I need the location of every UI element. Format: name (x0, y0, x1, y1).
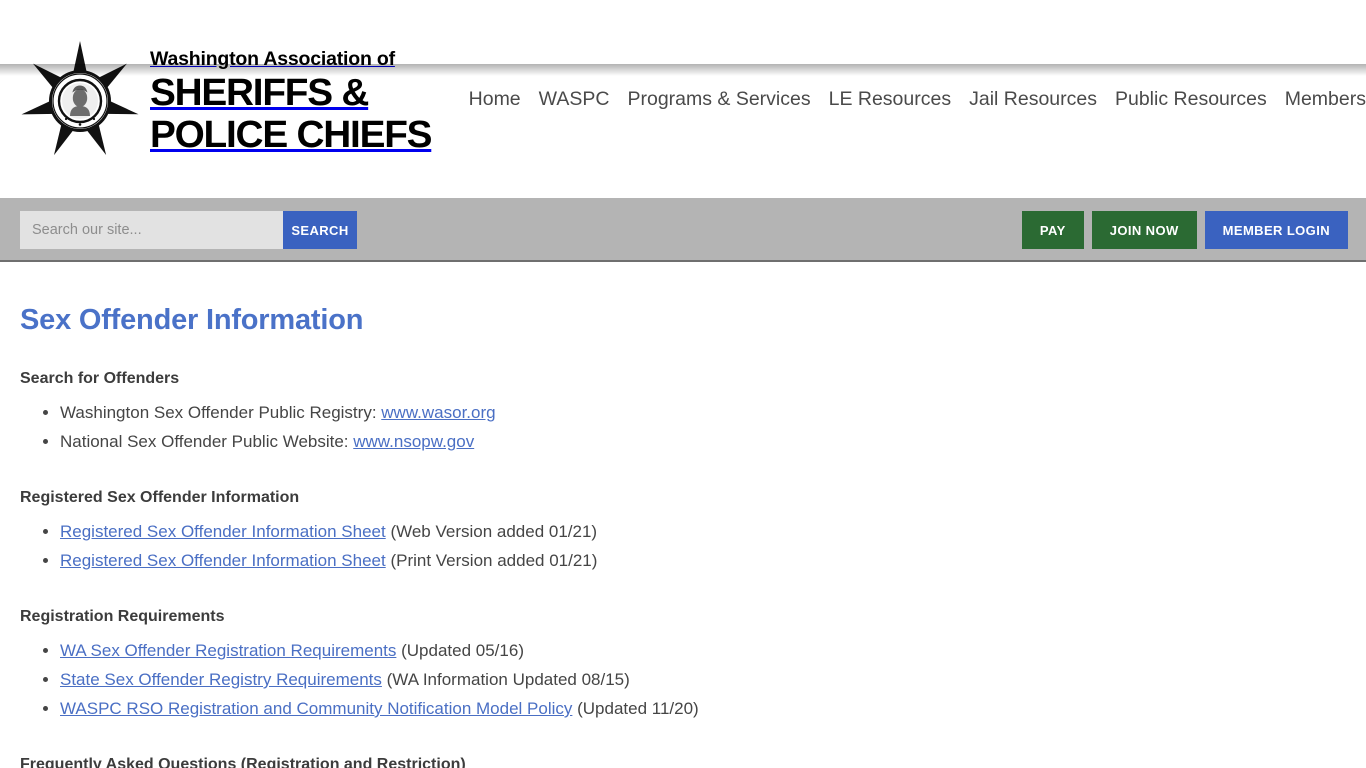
list-item: WASPC RSO Registration and Community Not… (60, 694, 1346, 723)
list-item: WA Sex Offender Registration Requirement… (60, 636, 1346, 665)
list-item: Registered Sex Offender Information Shee… (60, 517, 1346, 546)
item-prefix: National Sex Offender Public Website: (60, 432, 354, 451)
item-suffix: (Web Version added 01/21) (385, 522, 598, 541)
list-item: National Sex Offender Public Website: ww… (60, 427, 1346, 456)
brand-line-1: Washington Association of (150, 47, 395, 70)
nav-link-members[interactable]: Members (1267, 88, 1366, 111)
page-title: Sex Offender Information (20, 304, 364, 336)
item-suffix: (WA Information Updated 08/15) (381, 670, 630, 689)
list-item: Registered Sex Offender Information Shee… (60, 546, 1346, 575)
nav-link-jail-resources[interactable]: Jail Resources (951, 88, 1097, 111)
join-now-button[interactable]: JOIN NOW (1091, 211, 1197, 249)
pay-button[interactable]: PAY (1021, 211, 1084, 249)
list-search-for-offenders: Washington Sex Offender Public Registry:… (20, 398, 1346, 456)
section-heading-registered-sex-offender-information: Registered Sex Offender Information (20, 489, 300, 506)
resource-link[interactable]: WASPC RSO Registration and Community Not… (60, 699, 572, 718)
resource-link[interactable]: Registered Sex Offender Information Shee… (60, 522, 386, 541)
search-submit-button[interactable]: SEARCH (283, 211, 357, 249)
nav-item-programs-services[interactable]: Programs & Services (609, 88, 810, 111)
item-suffix: (Print Version added 01/21) (385, 551, 598, 570)
brand-line-3: POLICE CHIEFS (150, 114, 433, 157)
nav-item-waspc[interactable]: WASPC (521, 88, 610, 111)
list-item: State Sex Offender Registry Requirements… (60, 665, 1346, 694)
resource-link[interactable]: WA Sex Offender Registration Requirement… (60, 641, 396, 660)
resource-link[interactable]: State Sex Offender Registry Requirements (60, 670, 382, 689)
resource-link[interactable]: Registered Sex Offender Information Shee… (60, 551, 386, 570)
brand-wordmark: Washington Association of SHERIFFS & POL… (150, 47, 433, 154)
primary-nav-list: Home WASPC Programs & Services LE Resour… (451, 88, 1366, 111)
nav-item-jail-resources[interactable]: Jail Resources (951, 88, 1097, 111)
nav-link-le-resources[interactable]: LE Resources (811, 88, 951, 111)
main-content: Sex Offender Information Search for Offe… (0, 262, 1366, 768)
nav-link-public-resources[interactable]: Public Resources (1097, 88, 1267, 111)
member-login-button[interactable]: MEMBER LOGIN (1204, 211, 1348, 249)
list-item: Washington Sex Offender Public Registry:… (60, 398, 1346, 427)
resource-link[interactable]: www.wasor.org (381, 403, 495, 422)
nav-item-home[interactable]: Home (451, 88, 521, 111)
nav-link-home[interactable]: Home (451, 88, 521, 111)
resource-link[interactable]: www.nsopw.gov (353, 432, 474, 451)
nav-item-le-resources[interactable]: LE Resources (811, 88, 951, 111)
search-input[interactable] (20, 211, 283, 249)
site-header: Washington Association of SHERIFFS & POL… (0, 0, 1366, 198)
brand-line-2: SHERIFFS & (150, 72, 369, 115)
list-registered-sex-offender-information: Registered Sex Offender Information Shee… (20, 517, 1346, 575)
section-heading-search-for-offenders: Search for Offenders (20, 370, 180, 387)
list-registration-requirements: WA Sex Offender Registration Requirement… (20, 636, 1346, 723)
site-search-form: SEARCH (20, 211, 357, 249)
sheriff-star-badge-icon (20, 40, 140, 162)
nav-link-waspc[interactable]: WASPC (521, 88, 610, 111)
nav-link-programs-services[interactable]: Programs & Services (609, 88, 810, 111)
item-suffix: (Updated 11/20) (572, 699, 699, 718)
section-heading-registration-requirements: Registration Requirements (20, 608, 225, 625)
nav-item-members[interactable]: Members (1267, 88, 1366, 111)
site-logo-link[interactable]: Washington Association of SHERIFFS & POL… (20, 40, 433, 162)
item-prefix: Washington Sex Offender Public Registry: (60, 403, 382, 422)
utility-actions: PAY JOIN NOW MEMBER LOGIN (1021, 211, 1348, 249)
item-suffix: (Updated 05/16) (396, 641, 524, 660)
section-heading-frequently-asked-questions: Frequently Asked Questions (Registration… (20, 756, 466, 768)
nav-item-public-resources[interactable]: Public Resources (1097, 88, 1267, 111)
